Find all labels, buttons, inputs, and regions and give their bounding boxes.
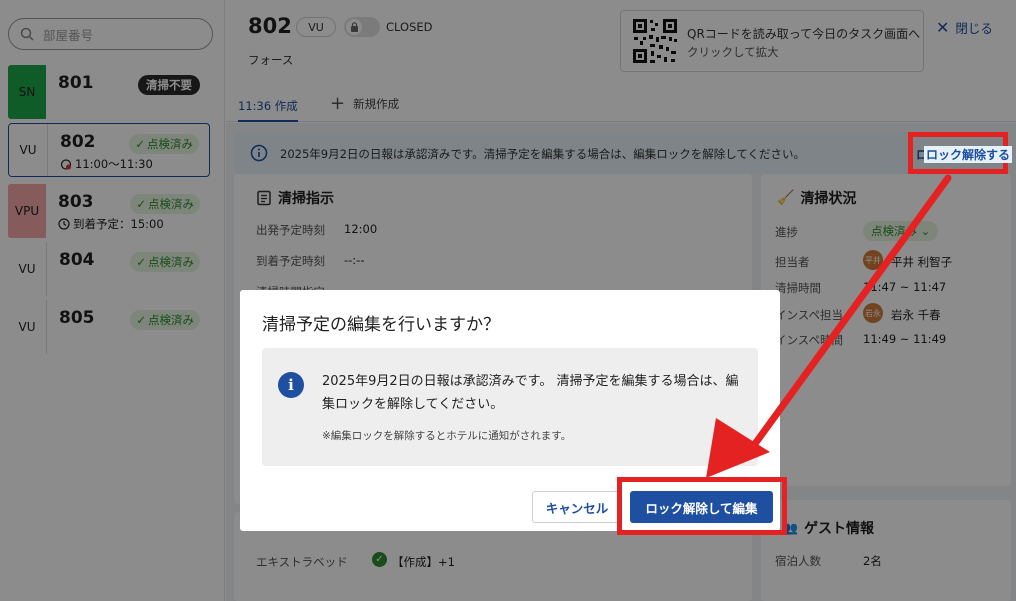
annotation-arrow	[706, 174, 952, 478]
unlock-link-highlighted[interactable]: ロック解除する	[924, 146, 1013, 163]
